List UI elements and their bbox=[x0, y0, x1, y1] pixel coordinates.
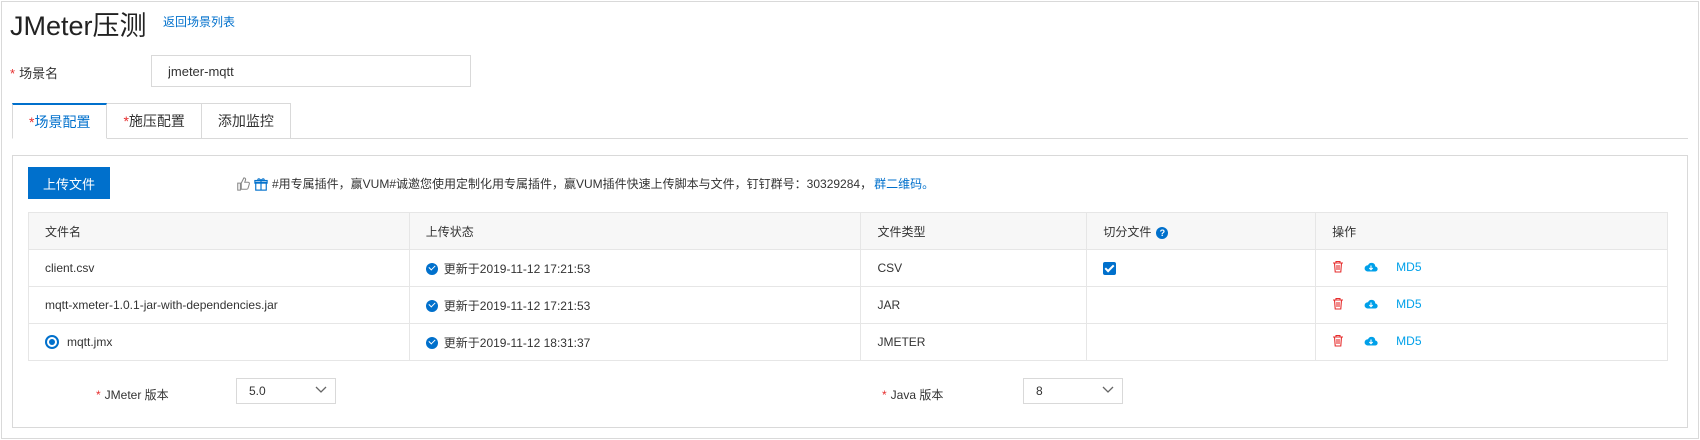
file-table: 文件名 上传状态 文件类型 切分文件? 操作 client.csv 更新于201… bbox=[28, 212, 1668, 361]
split-file-cell bbox=[1086, 249, 1317, 287]
plugin-notice: #用专属插件，赢VUM#诚邀您使用定制化用专属插件，赢VUM插件快速上传脚本与文… bbox=[236, 175, 934, 192]
notice-text: #用专属插件，赢VUM#诚邀您使用定制化用专属插件，赢VUM插件快速上传脚本与文… bbox=[272, 177, 873, 191]
table-header-row: 文件名 上传状态 文件类型 切分文件? 操作 bbox=[28, 212, 1668, 250]
upload-status-text: 更新于2019-11-12 17:21:53 bbox=[443, 298, 591, 313]
tabs-divider bbox=[290, 138, 1688, 139]
col-header-upload-status: 上传状态 bbox=[408, 212, 862, 250]
tab-label: 添加监控 bbox=[217, 113, 274, 129]
upload-status-text: 更新于2019-11-12 17:21:53 bbox=[443, 261, 591, 276]
jmeter-version-value: 5.0 bbox=[249, 384, 266, 398]
scene-name-label: * 场景名 bbox=[10, 63, 58, 82]
cloud-download-icon[interactable] bbox=[1364, 298, 1378, 310]
back-to-scene-list-link[interactable]: 返回场景列表 bbox=[163, 13, 235, 30]
check-circle-icon bbox=[425, 262, 438, 275]
table-row: client.csv 更新于2019-11-12 17:21:53 CSV MD… bbox=[28, 249, 1668, 287]
table-row: mqtt-xmeter-1.0.1-jar-with-dependencies.… bbox=[28, 286, 1668, 324]
jmeter-version-select[interactable]: 5.0 bbox=[236, 378, 336, 404]
jmeter-version-label-text: JMeter 版本 bbox=[104, 388, 169, 402]
file-name-cell: client.csv bbox=[28, 249, 410, 287]
required-mark: * bbox=[882, 388, 887, 402]
page-title: JMeter压测 bbox=[10, 11, 147, 41]
actions-cell: MD5 bbox=[1315, 323, 1668, 361]
required-mark: * bbox=[96, 388, 101, 402]
md5-link[interactable]: MD5 bbox=[1396, 334, 1421, 348]
tab-load-config[interactable]: * 施压配置 bbox=[107, 103, 202, 139]
md5-link[interactable]: MD5 bbox=[1396, 297, 1421, 311]
split-file-cell bbox=[1086, 323, 1317, 361]
gift-icon bbox=[254, 177, 268, 191]
file-type-cell: JMETER bbox=[860, 323, 1088, 361]
tab-scene-config[interactable]: * 场景配置 bbox=[12, 103, 108, 139]
actions-cell: MD5 bbox=[1315, 249, 1668, 287]
cloud-download-icon[interactable] bbox=[1364, 261, 1378, 273]
java-version-value: 8 bbox=[1036, 384, 1043, 398]
file-name-cell: mqtt-xmeter-1.0.1-jar-with-dependencies.… bbox=[28, 286, 410, 324]
jmeter-version-label: * JMeter 版本 bbox=[96, 386, 169, 403]
file-type-cell: CSV bbox=[860, 249, 1088, 287]
split-file-cell bbox=[1086, 286, 1317, 324]
upload-file-button[interactable]: 上传文件 bbox=[28, 167, 110, 199]
java-version-label-text: Java 版本 bbox=[890, 388, 944, 402]
java-version-label: * Java 版本 bbox=[882, 386, 943, 403]
col-header-actions: 操作 bbox=[1315, 212, 1668, 250]
file-name-text: mqtt.jmx bbox=[67, 334, 113, 349]
trash-icon[interactable] bbox=[1332, 334, 1344, 347]
chevron-down-icon bbox=[1102, 386, 1114, 393]
table-row: mqtt.jmx 更新于2019-11-12 18:31:37 JMETER M… bbox=[28, 323, 1668, 361]
tab-label: 施压配置 bbox=[128, 113, 185, 129]
thumbs-up-icon bbox=[237, 176, 250, 191]
col-header-split-file: 切分文件? bbox=[1086, 212, 1317, 250]
upload-status-cell: 更新于2019-11-12 17:21:53 bbox=[408, 286, 862, 324]
md5-link[interactable]: MD5 bbox=[1396, 260, 1421, 274]
required-mark: * bbox=[10, 66, 16, 81]
tab-bar: * 场景配置 * 施压配置 添加监控 bbox=[12, 103, 291, 139]
col-header-file-type: 文件类型 bbox=[860, 212, 1088, 250]
trash-icon[interactable] bbox=[1332, 260, 1344, 273]
tab-add-monitor[interactable]: 添加监控 bbox=[201, 103, 291, 139]
qr-code-link[interactable]: 群二维码。 bbox=[874, 175, 934, 192]
scene-name-label-text: 场景名 bbox=[19, 66, 59, 81]
chevron-down-icon bbox=[315, 386, 327, 393]
help-icon[interactable]: ? bbox=[1156, 226, 1169, 239]
trash-icon[interactable] bbox=[1332, 297, 1344, 310]
java-version-select[interactable]: 8 bbox=[1023, 378, 1123, 404]
actions-cell: MD5 bbox=[1315, 286, 1668, 324]
split-file-checkbox[interactable] bbox=[1103, 262, 1117, 276]
file-type-cell: JAR bbox=[860, 286, 1088, 324]
col-header-file-name: 文件名 bbox=[28, 212, 410, 250]
check-circle-icon bbox=[425, 299, 438, 312]
tab-label: 场景配置 bbox=[34, 113, 91, 130]
upload-status-text: 更新于2019-11-12 18:31:37 bbox=[443, 335, 591, 350]
file-name-cell: mqtt.jmx bbox=[28, 323, 410, 361]
scene-name-input[interactable] bbox=[151, 55, 471, 87]
cloud-download-icon[interactable] bbox=[1364, 335, 1378, 347]
entry-file-radio[interactable] bbox=[45, 335, 59, 350]
upload-status-cell: 更新于2019-11-12 17:21:53 bbox=[408, 249, 862, 287]
upload-status-cell: 更新于2019-11-12 18:31:37 bbox=[408, 323, 862, 361]
split-file-label: 切分文件 bbox=[1103, 224, 1152, 239]
check-circle-icon bbox=[425, 336, 438, 349]
